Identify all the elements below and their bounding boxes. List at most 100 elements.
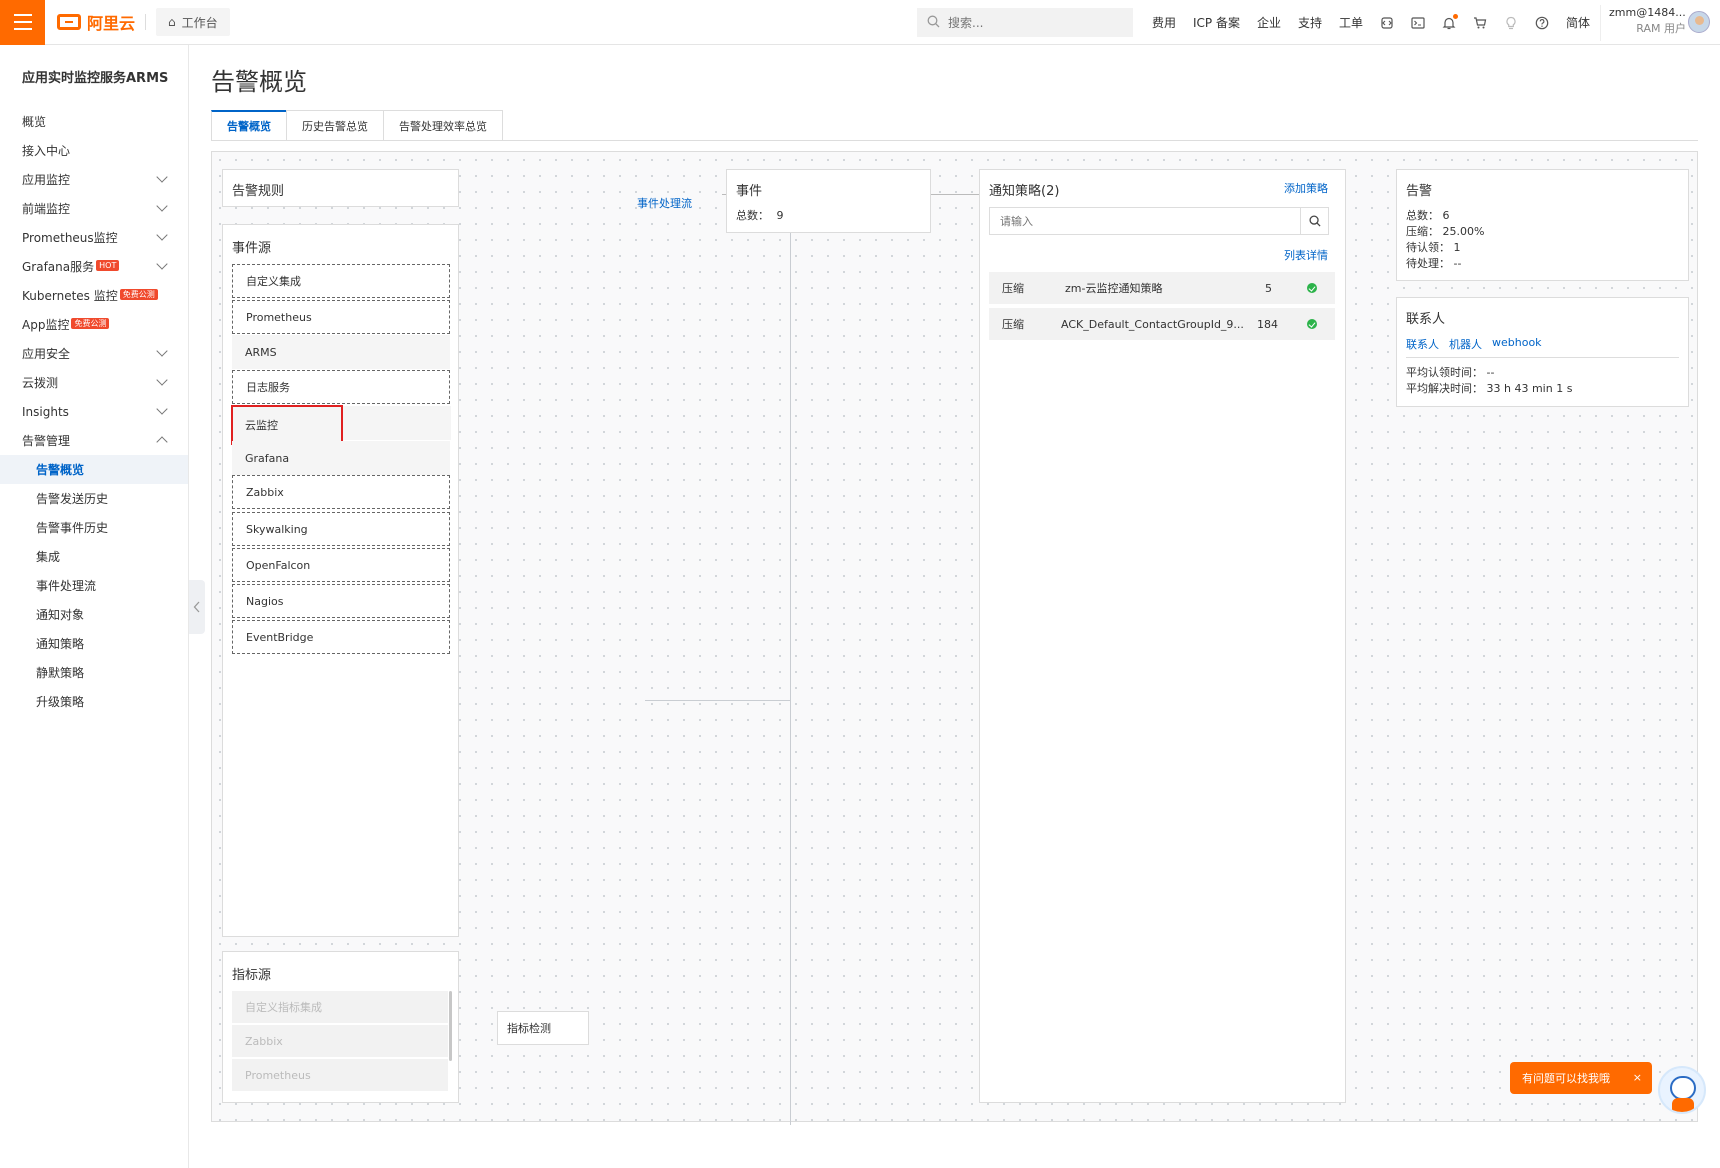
contact-link-person[interactable]: 联系人 xyxy=(1406,336,1439,352)
cart-icon[interactable] xyxy=(1473,16,1487,30)
policy-name[interactable]: zm-云监控通知策略 xyxy=(1065,280,1162,296)
policy-count: 5 xyxy=(1265,281,1272,295)
flow-connector xyxy=(645,700,791,701)
event-source-cloudmonitor[interactable]: 云监控 xyxy=(231,405,343,445)
event-source-zabbix[interactable]: Zabbix xyxy=(232,475,450,509)
page-title: 告警概览 xyxy=(211,68,307,96)
contact-link-webhook[interactable]: webhook xyxy=(1492,336,1542,352)
sidebar-sub-silence-policy[interactable]: 静默策略 xyxy=(0,658,188,687)
add-policy-link[interactable]: 添加策略 xyxy=(1284,180,1328,196)
alert-rules-box[interactable]: 告警规则 xyxy=(222,169,459,207)
policy-name[interactable]: ACK_Default_ContactGroupId_9... xyxy=(1061,318,1244,331)
global-search[interactable] xyxy=(917,8,1133,37)
sidebar-item-kubernetes[interactable]: Kubernetes 监控 免费公测 xyxy=(0,281,188,310)
aliyun-logo[interactable]: 阿里云 xyxy=(57,0,135,45)
event-source-openfalcon[interactable]: OpenFalcon xyxy=(232,548,450,582)
policy-search[interactable] xyxy=(989,207,1329,235)
sidebar-sub-event-flow[interactable]: 事件处理流 xyxy=(0,571,188,600)
sidebar-item-alert-management[interactable]: 告警管理 xyxy=(0,426,188,455)
metric-source-custom[interactable]: 自定义指标集成 xyxy=(232,991,448,1023)
sidebar-item-label: 事件处理流 xyxy=(36,579,97,593)
check-circle-icon xyxy=(1307,319,1317,329)
help-bubble-text: 有问题可以找我哦 xyxy=(1522,1072,1610,1085)
sidebar-collapse-handle[interactable] xyxy=(189,580,205,634)
stat-label: 总数： xyxy=(1406,209,1439,222)
top-link-support[interactable]: 支持 xyxy=(1298,14,1322,31)
top-link-cost[interactable]: 费用 xyxy=(1152,14,1176,31)
sidebar-sub-event-history[interactable]: 告警事件历史 xyxy=(0,513,188,542)
metric-source-zabbix[interactable]: Zabbix xyxy=(232,1025,448,1057)
avatar[interactable] xyxy=(1688,11,1710,33)
hot-badge: HOT xyxy=(96,260,120,271)
event-source-nagios[interactable]: Nagios xyxy=(232,584,450,618)
sidebar-item-onboarding[interactable]: 接入中心 xyxy=(0,136,188,165)
event-source-grafana[interactable]: Grafana xyxy=(232,441,450,475)
sidebar-item-label: Grafana服务 xyxy=(22,260,95,274)
sidebar-item-grafana[interactable]: Grafana服务 HOT xyxy=(0,252,188,281)
tab-history-overview[interactable]: 历史告警总览 xyxy=(286,110,383,141)
global-search-input[interactable] xyxy=(948,15,1118,30)
stat-label: 平均解决时间： xyxy=(1406,382,1483,395)
table-row[interactable]: 压缩 ACK_Default_ContactGroupId_9... 184 xyxy=(989,308,1335,340)
top-link-enterprise[interactable]: 企业 xyxy=(1257,14,1281,31)
assistant-robot-icon[interactable] xyxy=(1658,1066,1706,1114)
help-icon[interactable] xyxy=(1535,16,1549,30)
user-menu[interactable]: zmm@1484... RAM 用户 xyxy=(1600,5,1720,41)
workbench-button[interactable]: ⌂ 工作台 xyxy=(156,8,230,36)
help-bubble[interactable]: 有问题可以找我哦 × xyxy=(1510,1062,1652,1094)
sidebar-item-app-security[interactable]: 应用安全 xyxy=(0,339,188,368)
aliyun-logo-icon xyxy=(57,14,81,30)
sidebar-item-frontend-monitor[interactable]: 前端监控 xyxy=(0,194,188,223)
tab-efficiency-overview[interactable]: 告警处理效率总览 xyxy=(383,110,503,141)
event-flow-link[interactable]: 事件处理流 xyxy=(637,195,692,211)
check-circle-icon xyxy=(1307,283,1317,293)
lightbulb-icon[interactable] xyxy=(1504,16,1518,30)
event-source-arms[interactable]: ARMS xyxy=(232,335,450,369)
bell-icon[interactable] xyxy=(1442,13,1459,30)
terminal-icon[interactable] xyxy=(1411,16,1425,30)
sidebar-sub-escalation-policy[interactable]: 升级策略 xyxy=(0,687,188,716)
avg-claim-time: 平均认领时间： -- xyxy=(1406,365,1572,381)
sidebar-sub-alert-overview[interactable]: 告警概览 xyxy=(0,455,188,484)
alert-rules-title: 告警规则 xyxy=(232,184,285,199)
code-icon[interactable] xyxy=(1380,16,1394,30)
top-links: 费用 ICP 备案 企业 支持 工单 简体 xyxy=(1152,0,1590,45)
sidebar-item-app-monitor-mobile[interactable]: App监控 免费公测 xyxy=(0,310,188,339)
policy-search-input[interactable] xyxy=(990,208,1300,234)
top-link-icp[interactable]: ICP 备案 xyxy=(1193,14,1240,31)
sidebar-item-app-monitor[interactable]: 应用监控 xyxy=(0,165,188,194)
search-icon xyxy=(927,15,940,31)
alert-stat-total: 总数： 6 xyxy=(1406,208,1484,224)
tab-alert-overview[interactable]: 告警概览 xyxy=(211,110,286,141)
close-icon[interactable]: × xyxy=(1633,1071,1642,1084)
event-source-eventbridge[interactable]: EventBridge xyxy=(232,620,450,654)
event-source-log-service[interactable]: 日志服务 xyxy=(232,370,450,404)
sidebar-sub-notify-target[interactable]: 通知对象 xyxy=(0,600,188,629)
menu-icon[interactable] xyxy=(0,0,45,45)
sidebar-sub-integration[interactable]: 集成 xyxy=(0,542,188,571)
metric-source-prometheus[interactable]: Prometheus xyxy=(232,1059,448,1091)
event-source-prometheus[interactable]: Prometheus xyxy=(232,300,450,334)
sidebar-sub-notify-policy[interactable]: 通知策略 xyxy=(0,629,188,658)
flow-connector xyxy=(790,195,791,1125)
language-switch[interactable]: 简体 xyxy=(1566,14,1590,31)
contact-link-robot[interactable]: 机器人 xyxy=(1449,336,1482,352)
metric-source-title: 指标源 xyxy=(232,968,272,983)
sidebar-item-synthetic[interactable]: 云拨测 xyxy=(0,368,188,397)
alert-box[interactable]: 告警 总数： 6 压缩： 25.00% 待认领： 1 待处理： -- xyxy=(1396,169,1689,281)
event-box[interactable]: 事件 总数： 9 xyxy=(726,169,931,233)
event-source-skywalking[interactable]: Skywalking xyxy=(232,512,450,546)
metric-source-scrollbar[interactable] xyxy=(449,991,452,1061)
sidebar-item-insights[interactable]: Insights xyxy=(0,397,188,426)
search-icon[interactable] xyxy=(1300,208,1328,234)
table-row[interactable]: 压缩 zm-云监控通知策略 5 xyxy=(989,272,1335,304)
policy-list-link[interactable]: 列表详情 xyxy=(1284,247,1328,263)
top-link-ticket[interactable]: 工单 xyxy=(1339,14,1363,31)
event-source-custom[interactable]: 自定义集成 xyxy=(232,264,450,298)
stat-label: 待处理： xyxy=(1406,257,1450,270)
sidebar-item-overview[interactable]: 概览 xyxy=(0,107,188,136)
sidebar-item-prometheus[interactable]: Prometheus监控 xyxy=(0,223,188,252)
metric-detect-box[interactable]: 指标检测 xyxy=(497,1011,589,1045)
sidebar-sub-send-history[interactable]: 告警发送历史 xyxy=(0,484,188,513)
tab-divider xyxy=(211,140,1698,141)
